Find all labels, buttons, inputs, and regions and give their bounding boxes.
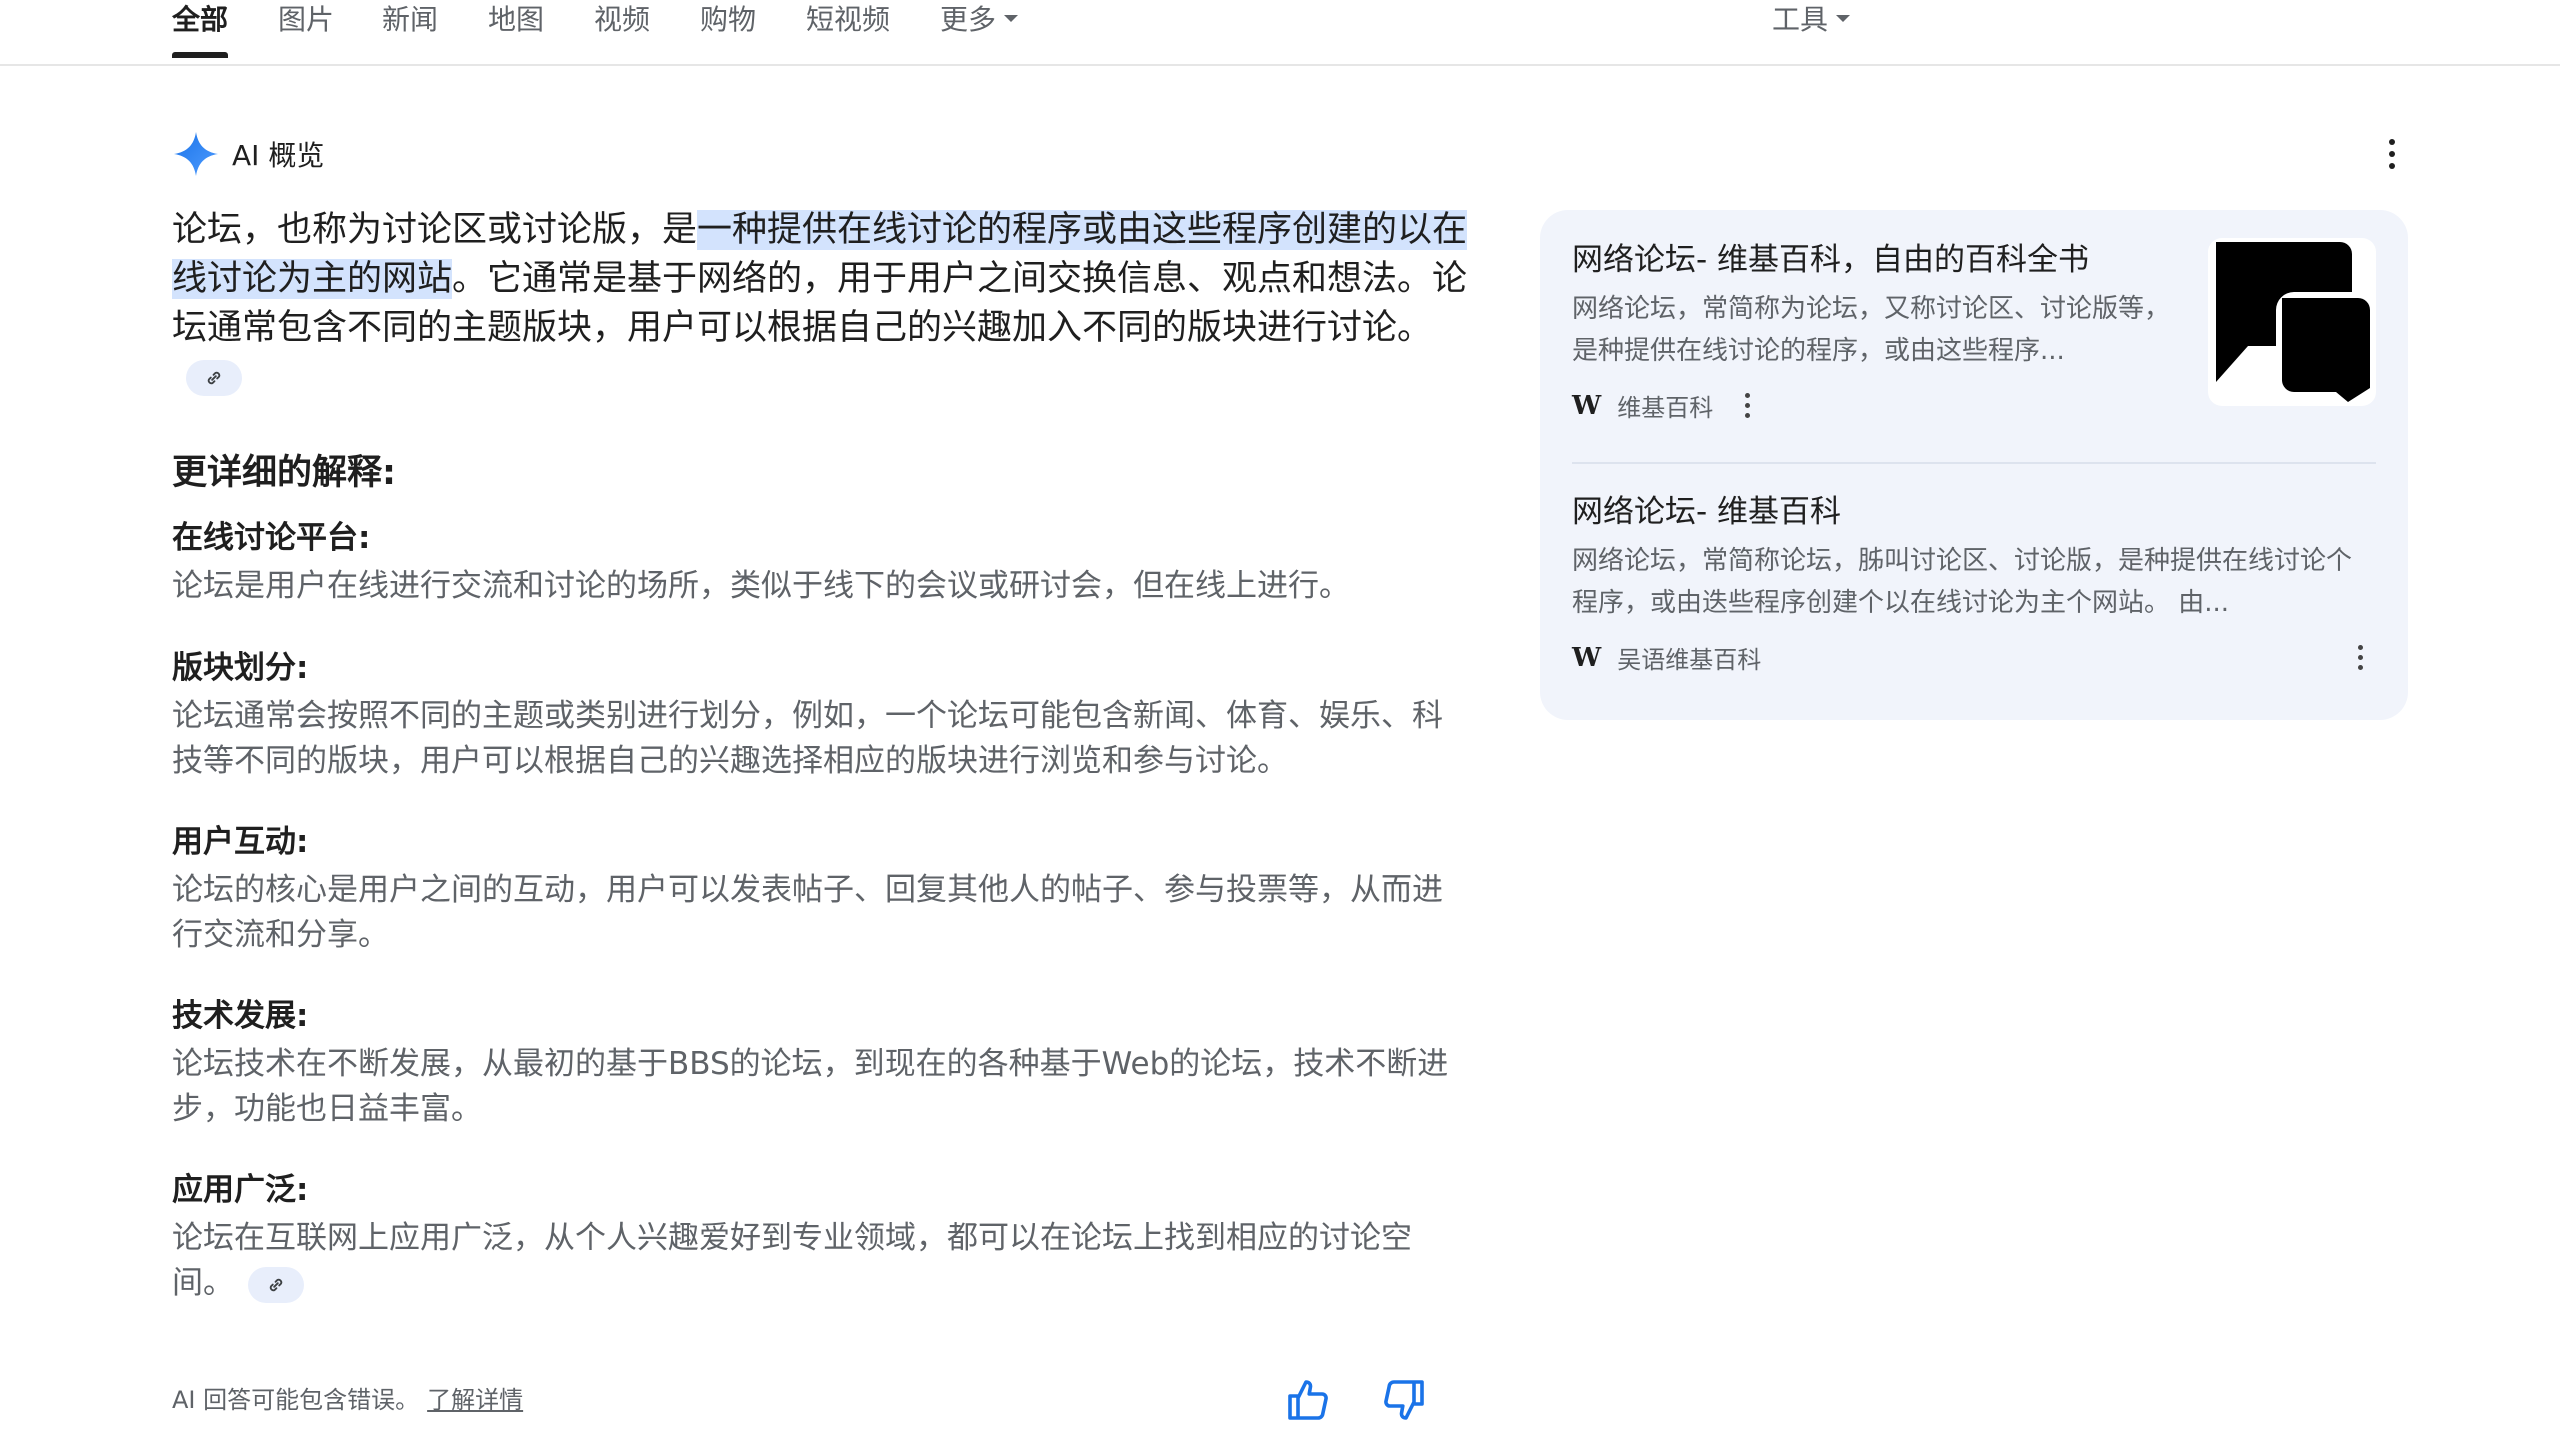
detail-section: 版块划分: 论坛通常会按照不同的主题或类别进行划分，例如，一个论坛可能包含新闻、… — [172, 642, 1472, 784]
tab-news[interactable]: 新闻 — [382, 0, 438, 40]
tab-label: 图片 — [278, 3, 335, 36]
source-link-button[interactable] — [248, 1266, 304, 1303]
more-vert-icon-dot — [1744, 403, 1750, 408]
dropdown-caret-icon — [1836, 14, 1851, 22]
detail-section: 用户互动: 论坛的核心是用户之间的互动，用户可以发表帖子、回复其他人的帖子、参与… — [172, 816, 1472, 958]
tab-maps[interactable]: 地图 — [488, 0, 544, 40]
source-thumbnail[interactable] — [2208, 238, 2376, 406]
tab-more[interactable]: 更多 — [940, 0, 1019, 40]
source-divider — [1572, 462, 2376, 464]
more-vert-icon — [2357, 645, 2363, 650]
more-vert-icon-dot — [2389, 163, 2395, 169]
tab-shopping[interactable]: 购物 — [700, 0, 756, 40]
disclaimer-text: AI 回答可能包含错误。 — [172, 1386, 420, 1414]
more-options-button[interactable] — [2372, 132, 2412, 176]
detail-section: 应用广泛: 论坛在互联网上应用广泛，从个人兴趣爱好到专业领域，都可以在论坛上找到… — [172, 1164, 1472, 1306]
more-vert-icon — [2389, 139, 2395, 145]
wikipedia-logo: W — [1572, 642, 1602, 673]
detail-section: 技术发展: 论坛技术在不断发展，从最初的基于BBS的论坛，到现在的各种基于Web… — [172, 990, 1472, 1132]
source-snippet: 网络论坛，常简称为论坛，又称讨论区、讨论版等，是种提供在线讨论的程序，或由这些程… — [1572, 294, 2171, 366]
link-icon — [207, 371, 221, 385]
section-body: 论坛在互联网上应用广泛，从个人兴趣爱好到专业领域，都可以在论坛上找到相应的讨论空… — [172, 1216, 1472, 1306]
section-body: 论坛的核心是用户之间的互动，用户可以发表帖子、回复其他人的帖子、参与投票等，从而… — [172, 872, 1443, 953]
tab-label: 新闻 — [382, 3, 439, 36]
thumb-down-icon[interactable] — [1380, 1376, 1428, 1424]
section-title: 在线讨论平台: — [172, 520, 371, 556]
tab-label: 短视频 — [806, 3, 891, 36]
section-title: 版块划分: — [172, 650, 309, 686]
ai-overview-title: AI 概览 — [232, 139, 325, 172]
source-site: 维基百科 — [1617, 394, 1714, 422]
source-more-button[interactable] — [1737, 393, 1757, 418]
dropdown-caret-icon — [1004, 14, 1019, 22]
tab-label: 更多 — [940, 3, 997, 36]
source-link-button[interactable] — [186, 360, 242, 396]
section-title: 应用广泛: — [172, 1172, 309, 1208]
tab-label: 地图 — [488, 3, 545, 36]
section-body: 论坛通常会按照不同的主题或类别进行划分，例如，一个论坛可能包含新闻、体育、娱乐、… — [172, 698, 1443, 779]
ai-disclaimer: AI 回答可能包含错误。 了解详情 — [172, 1380, 523, 1415]
more-vert-icon-dot — [2389, 151, 2395, 157]
sources-panel: 网络论坛- 维基百科，自由的百科全书 网络论坛，常简称为论坛，又称讨论区、讨论版… — [1540, 210, 2408, 720]
source-card[interactable]: 网络论坛- 维基百科，自由的百科全书 网络论坛，常简称为论坛，又称讨论区、讨论版… — [1572, 238, 2172, 423]
source-meta: W 吴语维基百科 — [1572, 640, 2376, 675]
more-vert-icon-dot — [2357, 665, 2363, 670]
tab-label: 视频 — [594, 3, 651, 36]
tab-videos[interactable]: 视频 — [594, 0, 650, 40]
detail-section: 在线讨论平台: 论坛是用户在线进行交流和讨论的场所，类似于线下的会议或研讨会，但… — [172, 512, 1472, 609]
link-icon — [269, 1278, 283, 1291]
tab-short-videos[interactable]: 短视频 — [806, 0, 890, 40]
source-title[interactable]: 网络论坛- 维基百科，自由的百科全书 — [1572, 238, 2172, 282]
chat-bubbles-icon — [2216, 242, 2370, 402]
wikipedia-logo: W — [1572, 390, 1602, 421]
source-more-button[interactable] — [2350, 645, 2370, 670]
tab-label: 购物 — [700, 3, 757, 36]
ai-summary: 论坛，也称为讨论区或讨论版，是一种提供在线讨论的程序或由这些程序创建的以在线讨论… — [172, 206, 1472, 402]
section-title: 技术发展: — [172, 998, 309, 1034]
source-snippet: 网络论坛，常简称论坛，胏叫讨论区、讨论版，是种提供在线讨论个程序，或由迭些程序创… — [1572, 546, 2353, 618]
tab-images[interactable]: 图片 — [278, 0, 334, 40]
tools-label: 工具 — [1772, 3, 1829, 36]
section-body-text: 论坛在互联网上应用广泛，从个人兴趣爱好到专业领域，都可以在论坛上找到相应的讨论空… — [172, 1220, 1412, 1301]
section-title: 用户互动: — [172, 824, 309, 860]
more-vert-icon-dot — [1744, 413, 1750, 418]
section-body: 论坛技术在不断发展，从最初的基于BBS的论坛，到现在的各种基于Web的论坛，技术… — [172, 1046, 1449, 1127]
search-tabs-bar: 全部 图片 新闻 地图 视频 购物 短视频 更多 工具 — [0, 0, 2560, 66]
thumb-up-icon[interactable] — [1284, 1376, 1332, 1424]
tab-label: 全部 — [172, 3, 229, 36]
sparkle-icon — [174, 132, 218, 176]
tools-menu[interactable]: 工具 — [1772, 0, 1851, 40]
source-card[interactable]: 网络论坛- 维基百科 网络论坛，常简称论坛，胏叫讨论区、讨论版，是种提供在线讨论… — [1572, 490, 2376, 675]
detail-heading: 更详细的解释: — [172, 453, 396, 493]
learn-more-link[interactable]: 了解详情 — [427, 1386, 523, 1414]
summary-text: 论坛，也称为讨论区或讨论版，是 — [172, 210, 698, 250]
section-body: 论坛是用户在线进行交流和讨论的场所，类似于线下的会议或研讨会，但在线上进行。 — [172, 568, 1350, 604]
more-vert-icon — [1744, 393, 1750, 398]
source-site: 吴语维基百科 — [1617, 646, 1762, 674]
source-meta: W 维基百科 — [1572, 388, 2172, 423]
ai-overview-header: AI 概览 — [172, 128, 324, 180]
tab-all[interactable]: 全部 — [172, 0, 229, 58]
source-title[interactable]: 网络论坛- 维基百科 — [1572, 490, 2376, 534]
more-vert-icon-dot — [2357, 655, 2363, 660]
